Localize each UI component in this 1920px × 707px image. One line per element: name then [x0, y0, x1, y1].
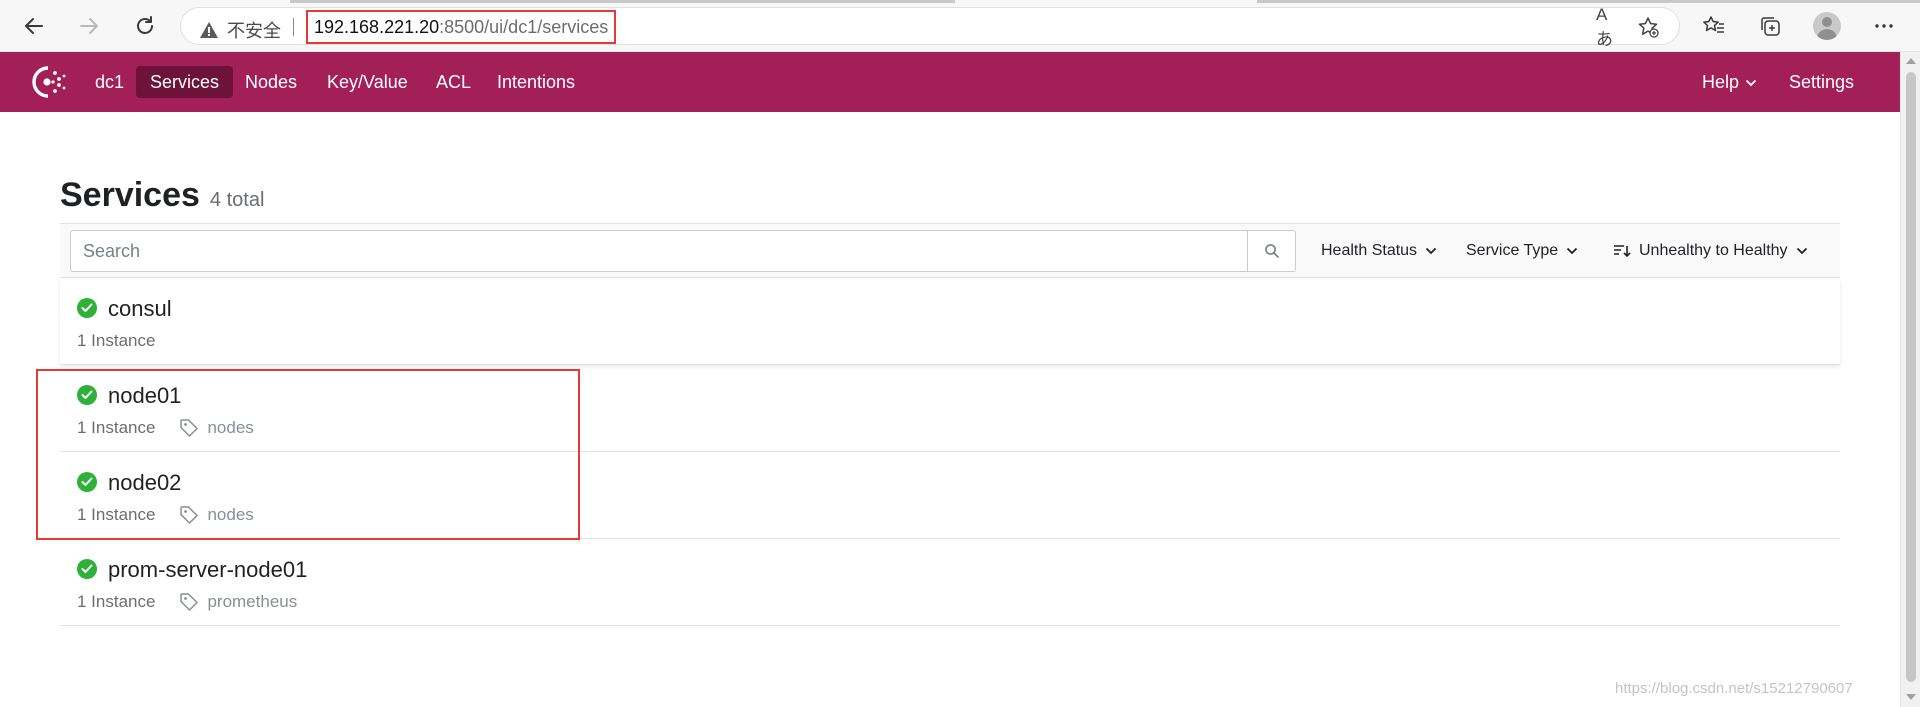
watermark: https://blog.csdn.net/s15212790607	[1615, 680, 1853, 697]
chevron-down-icon	[1745, 80, 1757, 87]
nav-intentions[interactable]: Intentions	[483, 66, 589, 98]
warning-triangle-icon	[200, 22, 218, 38]
scroll-up-arrow-icon[interactable]	[1906, 58, 1916, 64]
service-tag: prometheus	[179, 592, 297, 612]
back-arrow-icon	[25, 18, 43, 34]
security-warning-text: 不安全	[227, 21, 281, 41]
nav-acl[interactable]: ACL	[422, 66, 485, 98]
address-bar[interactable]: 不安全 192.168.221.20:8500/ui/dc1/services …	[180, 5, 1680, 49]
reload-icon	[137, 16, 153, 34]
sort-selector[interactable]: Unhealthy to Healthy	[1613, 238, 1808, 264]
instance-count: 1 Instance	[77, 331, 156, 350]
read-aloud-icon[interactable]: Aあ	[1596, 5, 1620, 49]
chevron-down-icon	[1425, 247, 1437, 255]
consul-logo-icon[interactable]	[28, 64, 68, 100]
search-box	[70, 230, 1296, 272]
forward-arrow-icon	[80, 18, 98, 34]
scroll-down-arrow-icon[interactable]	[1906, 694, 1916, 700]
security-indicator[interactable]: 不安全	[199, 17, 281, 43]
page-heading: Services 4 total	[60, 176, 264, 215]
tag-label: prometheus	[207, 592, 298, 611]
service-name[interactable]: consul	[108, 296, 172, 322]
datacenter-selector[interactable]: dc1	[81, 66, 138, 98]
back-button[interactable]	[18, 10, 50, 42]
annotation-highlight-box	[36, 369, 580, 540]
nav-nodes[interactable]: Nodes	[231, 66, 311, 98]
filter-bar: Health Status Service Type Unhealthy to …	[60, 223, 1840, 278]
browser-toolbar: 不安全 192.168.221.20:8500/ui/dc1/services …	[0, 0, 1920, 52]
favorites-icon[interactable]	[1700, 12, 1728, 40]
sort-label: Unhealthy to Healthy	[1639, 242, 1788, 259]
avatar-body-shape	[1817, 29, 1837, 40]
service-row-prom-server-node01[interactable]: prom-server-node01 1 Instance prometheus	[60, 539, 1840, 626]
settings-link[interactable]: Settings	[1775, 66, 1868, 98]
browser-tab-edge	[290, 0, 955, 3]
instance-count: 1 Instance	[77, 592, 156, 611]
nav-key-value[interactable]: Key/Value	[313, 66, 422, 98]
health-status-label: Health Status	[1321, 242, 1418, 259]
page-scrollbar[interactable]	[1900, 52, 1920, 707]
more-menu-icon[interactable]	[1870, 12, 1898, 40]
avatar-head-shape	[1822, 17, 1832, 27]
forward-button[interactable]	[73, 10, 105, 42]
tag-icon	[179, 592, 199, 612]
url-text[interactable]: 192.168.221.20:8500/ui/dc1/services	[306, 10, 617, 44]
passing-check-icon	[77, 559, 97, 579]
url-path: :8500/ui/dc1/services	[439, 16, 609, 37]
collections-icon[interactable]	[1756, 12, 1784, 40]
reload-button[interactable]	[129, 10, 161, 42]
search-input[interactable]	[71, 231, 1247, 271]
page-title: Services	[60, 176, 200, 214]
search-icon	[1264, 244, 1279, 258]
chevron-down-icon	[1796, 247, 1807, 255]
service-row-consul[interactable]: consul 1 Instance	[60, 278, 1840, 365]
browser-tab-edge	[1257, 0, 1920, 3]
scroll-thumb[interactable]	[1906, 72, 1916, 682]
services-count: 4 total	[209, 189, 265, 211]
add-favorite-icon[interactable]	[1636, 16, 1660, 38]
address-divider	[293, 18, 294, 36]
profile-avatar[interactable]	[1813, 12, 1841, 40]
help-menu[interactable]: Help	[1688, 66, 1771, 98]
app-header: dc1 Services Nodes Key/Value ACL Intenti…	[0, 52, 1900, 112]
service-meta: 1 Instance	[77, 331, 155, 351]
service-name[interactable]: prom-server-node01	[108, 557, 307, 583]
sort-icon	[1614, 245, 1631, 258]
service-type-filter[interactable]: Service Type	[1466, 238, 1578, 264]
url-host: 192.168.221.20	[314, 16, 440, 37]
health-status-filter[interactable]: Health Status	[1321, 238, 1437, 264]
passing-check-icon	[77, 298, 97, 318]
service-meta: 1 Instance prometheus	[77, 592, 297, 612]
help-label: Help	[1702, 72, 1740, 92]
chevron-down-icon	[1567, 247, 1578, 255]
service-type-label: Service Type	[1466, 242, 1559, 259]
search-button[interactable]	[1247, 231, 1295, 271]
nav-services[interactable]: Services	[136, 66, 234, 98]
